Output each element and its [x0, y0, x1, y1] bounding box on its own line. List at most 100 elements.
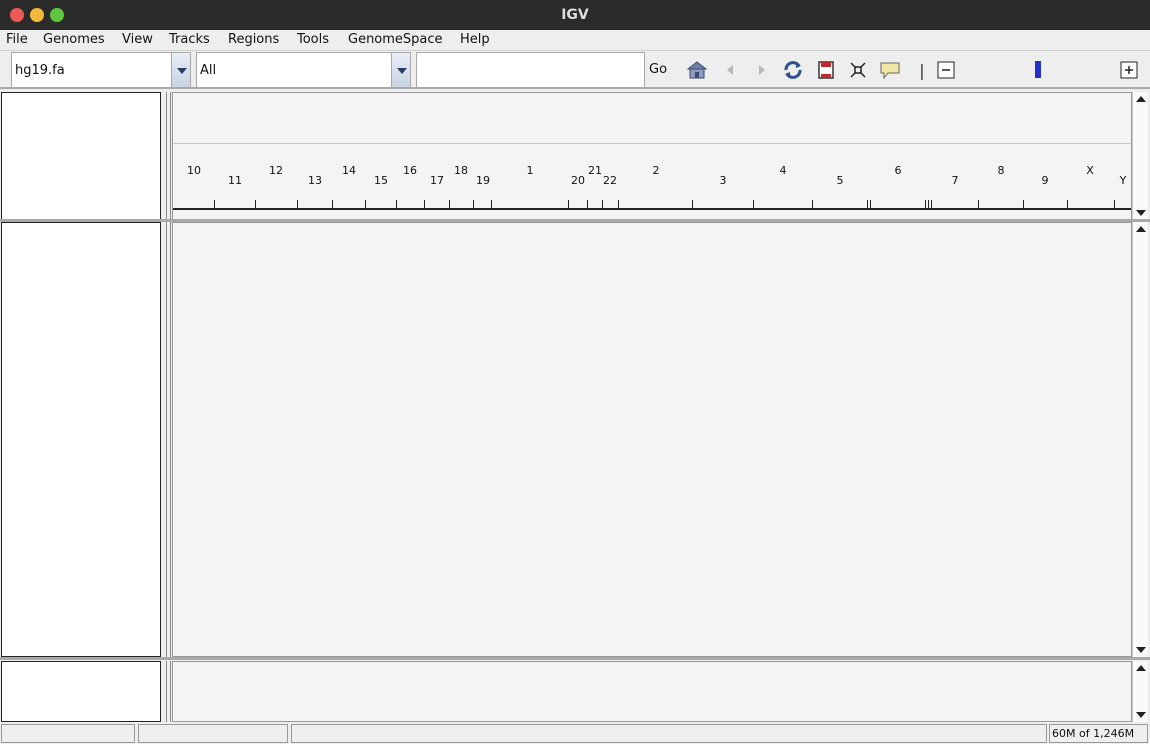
header-attribute-gutter [166, 92, 171, 220]
chromosome-boundary-tick [587, 200, 588, 208]
chromosome-label[interactable]: 18 [454, 164, 468, 177]
chromosome-label[interactable]: 15 [374, 174, 388, 187]
data-vertical-scrollbar[interactable] [1132, 222, 1148, 657]
chevron-down-icon[interactable] [391, 53, 410, 87]
chromosome-label[interactable]: 5 [837, 174, 844, 187]
zoom-in-icon[interactable] [1118, 59, 1140, 81]
resize-to-window-icon[interactable] [847, 59, 869, 81]
status-bar: 60M of 1,246M [0, 723, 1150, 744]
chromosome-boundary-tick [297, 200, 298, 208]
back-arrow-icon[interactable] [719, 59, 741, 81]
chromosome-boundary-tick [473, 200, 474, 208]
chromosome-label[interactable]: 1 [527, 164, 534, 177]
menu-tools[interactable]: Tools [297, 32, 329, 47]
feature-vertical-scrollbar[interactable] [1132, 661, 1148, 722]
chromosome-boundary-tick [365, 200, 366, 208]
chromosome-boundary-tick [928, 200, 929, 208]
chromosome-label[interactable]: 12 [269, 164, 283, 177]
title-bar: IGV [0, 0, 1150, 30]
feature-attribute-gutter [166, 661, 171, 722]
attribute-gutter [166, 222, 171, 657]
chromosome-boundary-tick [931, 200, 932, 208]
menu-file[interactable]: File [6, 32, 28, 47]
header-vertical-scrollbar[interactable] [1132, 92, 1148, 220]
chromosome-label[interactable]: 14 [342, 164, 356, 177]
chromosome-boundary-tick [214, 200, 215, 208]
chromosome-boundary-tick [1023, 200, 1024, 208]
track-data-panel[interactable] [172, 222, 1132, 657]
chromosome-label[interactable]: 9 [1042, 174, 1049, 187]
chevron-down-icon[interactable] [171, 53, 190, 87]
chromosome-boundary-tick [255, 200, 256, 208]
chromosome-label[interactable]: 4 [780, 164, 787, 177]
popup-info-icon[interactable] [879, 59, 901, 81]
chromosome-label[interactable]: 16 [403, 164, 417, 177]
chromosome-label[interactable]: 10 [187, 164, 201, 177]
status-field-position [138, 724, 288, 743]
menu-regions[interactable]: Regions [228, 32, 279, 47]
chromosome-ruler[interactable]: 10 11 12 13 14 15 16 17 18 19 1 20 21 22… [173, 143, 1131, 210]
header-name-panel [1, 92, 161, 220]
chromosome-label[interactable]: 6 [895, 164, 902, 177]
memory-status: 60M of 1,246M [1049, 724, 1148, 743]
menu-genomespace[interactable]: GenomeSpace [348, 32, 443, 47]
chromosome-label[interactable]: 21 [588, 164, 602, 177]
feature-data-panel[interactable] [172, 661, 1132, 722]
scroll-up-icon[interactable] [1136, 96, 1146, 102]
chromosome-boundary-tick [568, 200, 569, 208]
scroll-down-icon[interactable] [1136, 712, 1146, 718]
forward-arrow-icon[interactable] [751, 59, 773, 81]
chromosome-label[interactable]: 7 [952, 174, 959, 187]
menu-view[interactable]: View [122, 32, 153, 47]
chromosome-dropdown[interactable]: All [196, 52, 411, 88]
genome-dropdown-value: hg19.fa [15, 63, 65, 78]
chromosome-boundary-tick [978, 200, 979, 208]
igv-window: IGV File Genomes View Tracks Regions Too… [0, 0, 1150, 744]
window-title: IGV [561, 7, 589, 23]
scroll-up-icon[interactable] [1136, 226, 1146, 232]
chromosome-boundary-tick [692, 200, 693, 208]
toolbar-separator: | [919, 60, 925, 80]
locus-search-input[interactable] [416, 52, 645, 88]
chromosome-label[interactable]: 22 [603, 174, 617, 187]
refresh-icon[interactable] [782, 59, 804, 81]
chromosome-boundary-tick [812, 200, 813, 208]
chromosome-boundary-tick [753, 200, 754, 208]
chromosome-boundary-tick [449, 200, 450, 208]
chromosome-label[interactable]: Y [1120, 174, 1127, 187]
genome-dropdown[interactable]: hg19.fa [11, 52, 191, 88]
zoom-out-icon[interactable] [935, 59, 957, 81]
scroll-down-icon[interactable] [1136, 647, 1146, 653]
chromosome-boundary-tick [618, 200, 619, 208]
go-button[interactable]: Go [649, 62, 667, 77]
panel-divider[interactable] [0, 657, 1150, 660]
chromosome-boundary-tick [1067, 200, 1068, 208]
scroll-down-icon[interactable] [1136, 210, 1146, 216]
chromosome-boundary-tick [332, 200, 333, 208]
chromosome-label[interactable]: 8 [998, 164, 1005, 177]
status-field-info [291, 724, 1047, 743]
zoom-level-indicator[interactable] [1035, 61, 1041, 78]
toolbar: hg19.fa All Go | [0, 51, 1150, 89]
scroll-up-icon[interactable] [1136, 665, 1146, 671]
chromosome-boundary-tick [602, 200, 603, 208]
menu-help[interactable]: Help [460, 32, 490, 47]
chromosome-boundary-tick [491, 200, 492, 208]
chromosome-label[interactable]: 3 [720, 174, 727, 187]
region-of-interest-icon[interactable] [815, 59, 837, 81]
home-icon[interactable] [686, 59, 708, 81]
track-name-panel[interactable] [1, 222, 161, 657]
menu-genomes[interactable]: Genomes [43, 32, 105, 47]
header-data-panel[interactable]: 10 11 12 13 14 15 16 17 18 19 1 20 21 22… [172, 92, 1132, 220]
chromosome-label[interactable]: 2 [653, 164, 660, 177]
chromosome-label[interactable]: X [1086, 164, 1094, 177]
chromosome-label[interactable]: 19 [476, 174, 490, 187]
chromosome-label[interactable]: 13 [308, 174, 322, 187]
chromosome-boundary-tick [870, 200, 871, 208]
menu-tracks[interactable]: Tracks [169, 32, 210, 47]
chromosome-label[interactable]: 11 [228, 174, 242, 187]
feature-name-panel[interactable] [1, 661, 161, 722]
chromosome-label[interactable]: 20 [571, 174, 585, 187]
chromosome-label[interactable]: 17 [430, 174, 444, 187]
chromosome-boundary-tick [925, 200, 926, 208]
